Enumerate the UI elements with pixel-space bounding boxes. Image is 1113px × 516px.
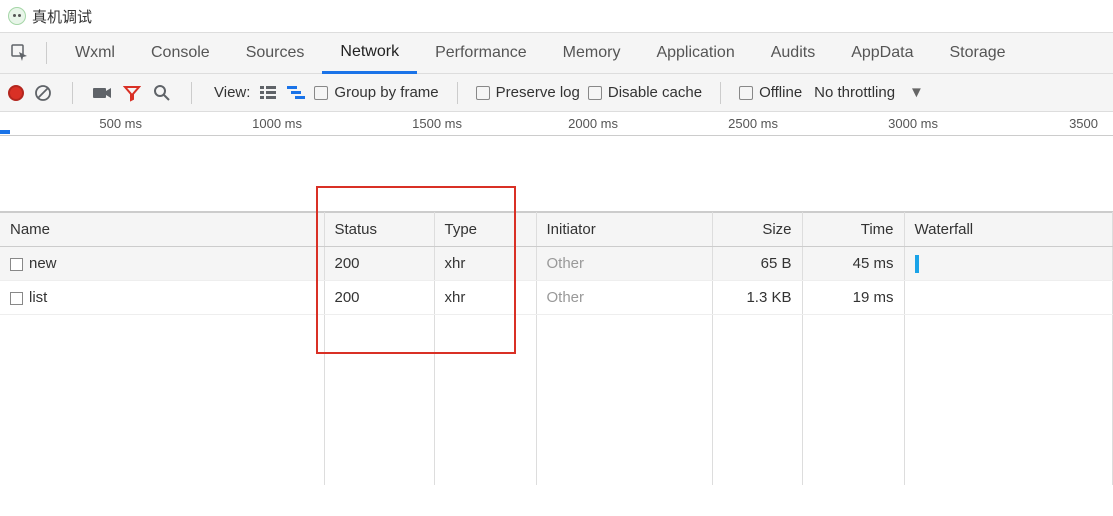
tab-wxml[interactable]: Wxml xyxy=(57,32,133,74)
timeline-tick: 1000 ms xyxy=(252,116,302,131)
timeline-activity-bar xyxy=(0,130,10,134)
search-icon[interactable] xyxy=(151,82,173,104)
col-header-name[interactable]: Name xyxy=(0,213,324,247)
offline-checkbox[interactable]: Offline xyxy=(739,84,802,101)
checkbox-icon xyxy=(739,86,753,100)
network-toolbar: View: Group by frame Preserve log Disabl… xyxy=(0,74,1113,112)
waterfall-view-icon[interactable] xyxy=(286,83,306,103)
divider xyxy=(191,82,192,104)
col-header-type[interactable]: Type xyxy=(434,213,536,247)
timeline-ruler[interactable]: 500 ms 1000 ms 1500 ms 2000 ms 2500 ms 3… xyxy=(0,112,1113,136)
requests-table: Name Status Type Initiator Size Time Wat… xyxy=(0,212,1113,485)
tab-storage[interactable]: Storage xyxy=(931,32,1023,74)
view-label: View: xyxy=(214,84,250,101)
large-rows-icon[interactable] xyxy=(258,83,278,103)
divider xyxy=(720,82,721,104)
table-row[interactable]: list 200 xhr Other 1.3 KB 19 ms xyxy=(0,281,1113,315)
tab-network[interactable]: Network xyxy=(322,32,417,74)
timeline-tick: 500 ms xyxy=(99,116,142,131)
request-type: xhr xyxy=(434,247,536,281)
inspect-element-icon[interactable] xyxy=(8,41,32,65)
request-initiator: Other xyxy=(536,281,712,315)
tab-application[interactable]: Application xyxy=(638,32,752,74)
screenshot-icon[interactable] xyxy=(91,82,113,104)
request-name: new xyxy=(29,255,57,272)
group-by-frame-checkbox[interactable]: Group by frame xyxy=(314,84,438,101)
checkbox-icon xyxy=(476,86,490,100)
tab-sources[interactable]: Sources xyxy=(228,32,323,74)
checkbox-icon xyxy=(314,86,328,100)
disable-cache-checkbox[interactable]: Disable cache xyxy=(588,84,702,101)
request-time: 45 ms xyxy=(802,247,904,281)
timeline-overview[interactable] xyxy=(0,136,1113,212)
divider xyxy=(46,42,47,64)
tab-audits[interactable]: Audits xyxy=(753,32,833,74)
table-row[interactable]: new 200 xhr Other 65 B 45 ms xyxy=(0,247,1113,281)
devtools-tabs: Wxml Console Sources Network Performance… xyxy=(0,32,1113,74)
timeline-tick: 2000 ms xyxy=(568,116,618,131)
request-status: 200 xyxy=(324,281,434,315)
col-header-waterfall[interactable]: Waterfall xyxy=(904,213,1113,247)
request-time: 19 ms xyxy=(802,281,904,315)
filter-icon[interactable] xyxy=(121,82,143,104)
tab-performance[interactable]: Performance xyxy=(417,32,545,74)
preserve-log-checkbox[interactable]: Preserve log xyxy=(476,84,580,101)
tab-memory[interactable]: Memory xyxy=(545,32,639,74)
checkbox-icon xyxy=(588,86,602,100)
request-name: list xyxy=(29,289,47,306)
col-header-initiator[interactable]: Initiator xyxy=(536,213,712,247)
request-waterfall xyxy=(904,281,1113,315)
divider xyxy=(457,82,458,104)
request-size: 65 B xyxy=(712,247,802,281)
tab-appdata[interactable]: AppData xyxy=(833,32,931,74)
col-header-status[interactable]: Status xyxy=(324,213,434,247)
timeline-tick: 2500 ms xyxy=(728,116,778,131)
window-titlebar: 真机调试 xyxy=(0,0,1113,32)
empty-area xyxy=(0,315,1113,485)
request-status: 200 xyxy=(324,247,434,281)
col-header-time[interactable]: Time xyxy=(802,213,904,247)
waterfall-bar xyxy=(915,255,919,273)
app-icon xyxy=(8,7,26,25)
timeline-tick: 1500 ms xyxy=(412,116,462,131)
requests-table-wrap: Name Status Type Initiator Size Time Wat… xyxy=(0,212,1113,485)
record-button[interactable] xyxy=(8,85,24,101)
checkbox-icon[interactable] xyxy=(10,292,23,305)
throttling-select[interactable]: No throttling xyxy=(814,84,895,101)
divider xyxy=(72,82,73,104)
checkbox-icon[interactable] xyxy=(10,258,23,271)
timeline-tick: 3500 ms xyxy=(1069,116,1098,136)
tab-console[interactable]: Console xyxy=(133,32,228,74)
timeline-tick: 3000 ms xyxy=(888,116,938,131)
col-header-size[interactable]: Size xyxy=(712,213,802,247)
request-initiator: Other xyxy=(536,247,712,281)
request-waterfall xyxy=(904,247,1113,281)
request-type: xhr xyxy=(434,281,536,315)
window-title: 真机调试 xyxy=(32,6,92,27)
request-size: 1.3 KB xyxy=(712,281,802,315)
clear-button[interactable] xyxy=(32,82,54,104)
chevron-down-icon[interactable]: ▼ xyxy=(909,84,924,101)
